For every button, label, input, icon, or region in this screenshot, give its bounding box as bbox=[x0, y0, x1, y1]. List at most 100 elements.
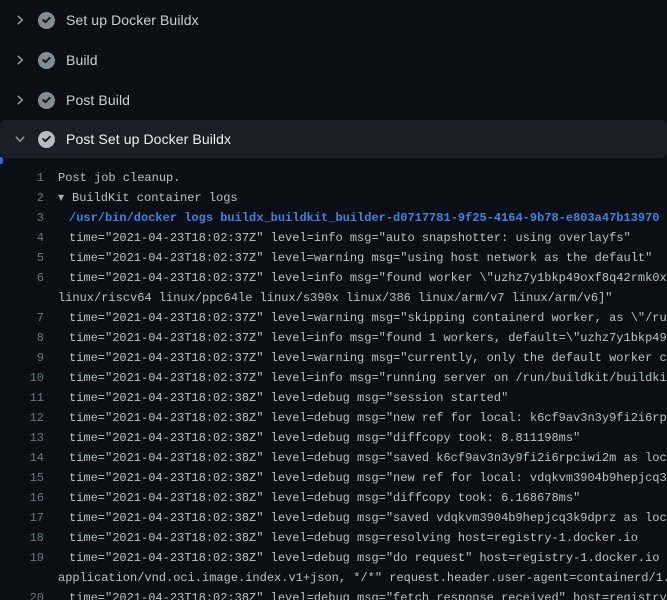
log-line: 6 ▼time="2021-04-23T18:02:37Z" level=inf… bbox=[0, 268, 667, 288]
line-number-link[interactable]: 8 bbox=[0, 328, 44, 348]
log-line: 17 ▼time="2021-04-23T18:02:38Z" level=de… bbox=[0, 508, 667, 528]
log-text: time="2021-04-23T18:02:38Z" level=debug … bbox=[69, 491, 580, 505]
log-line: 4 ▼time="2021-04-23T18:02:37Z" level=inf… bbox=[0, 228, 667, 248]
log-line: 9 ▼time="2021-04-23T18:02:37Z" level=war… bbox=[0, 348, 667, 368]
log-text: time="2021-04-23T18:02:38Z" level=debug … bbox=[69, 451, 667, 465]
log-line-content: ▼time="2021-04-23T18:02:38Z" level=debug… bbox=[69, 528, 638, 548]
log-line-content: ▼time="2021-04-23T18:02:37Z" level=info … bbox=[69, 368, 667, 388]
step-label: Build bbox=[66, 52, 98, 68]
chevron-right-icon bbox=[12, 92, 28, 108]
line-number-link[interactable]: 18 bbox=[0, 528, 44, 548]
log-text: time="2021-04-23T18:02:37Z" level=warnin… bbox=[69, 351, 667, 365]
log-line-content: ▼application/vnd.oci.image.index.v1+json… bbox=[58, 568, 667, 588]
log-text: time="2021-04-23T18:02:37Z" level=info m… bbox=[69, 231, 631, 245]
log-line-content: ▼time="2021-04-23T18:02:38Z" level=debug… bbox=[69, 588, 667, 600]
log-line-content: ▼BuildKit container logs bbox=[58, 188, 238, 208]
log-lines[interactable]: 1 ▼Post job cleanup. 2 ▼BuildKit contain… bbox=[0, 158, 667, 600]
log-line-content: ▼linux/riscv64 linux/ppc64le linux/s390x… bbox=[58, 288, 613, 308]
log-text: time="2021-04-23T18:02:37Z" level=info m… bbox=[69, 331, 667, 345]
step-header-build[interactable]: Build bbox=[0, 40, 667, 80]
check-circle-icon bbox=[38, 92, 55, 109]
line-number-link[interactable]: 6 bbox=[0, 268, 44, 288]
line-number-link[interactable]: 13 bbox=[0, 428, 44, 448]
line-number-link[interactable]: 9 bbox=[0, 348, 44, 368]
log-text: time="2021-04-23T18:02:37Z" level=info m… bbox=[69, 371, 667, 385]
log-line-content: ▼time="2021-04-23T18:02:38Z" level=debug… bbox=[69, 428, 580, 448]
log-line-content: ▼time="2021-04-23T18:02:38Z" level=debug… bbox=[69, 488, 580, 508]
line-number-link[interactable]: 5 bbox=[0, 248, 44, 268]
step-label: Set up Docker Buildx bbox=[66, 12, 199, 28]
line-number-link[interactable]: 20 bbox=[0, 588, 44, 600]
line-number-link[interactable]: 11 bbox=[0, 388, 44, 408]
log-line-content: ▼time="2021-04-23T18:02:37Z" level=info … bbox=[69, 268, 667, 288]
line-number-link[interactable]: 14 bbox=[0, 448, 44, 468]
steps-list: Set up Docker Buildx Build P bbox=[0, 0, 667, 158]
log-line-content: ▼time="2021-04-23T18:02:38Z" level=debug… bbox=[69, 468, 667, 488]
log-text: time="2021-04-23T18:02:38Z" level=debug … bbox=[69, 531, 638, 545]
log-line-content: ▼time="2021-04-23T18:02:38Z" level=debug… bbox=[69, 448, 667, 468]
log-line-content: ▼time="2021-04-23T18:02:38Z" level=debug… bbox=[69, 408, 667, 428]
log-text: time="2021-04-23T18:02:37Z" level=warnin… bbox=[69, 251, 652, 265]
line-number-link[interactable] bbox=[0, 288, 44, 308]
line-number-link[interactable] bbox=[0, 568, 44, 588]
log-line: 15 ▼time="2021-04-23T18:02:38Z" level=de… bbox=[0, 468, 667, 488]
step-header-set-up-docker-buildx[interactable]: Set up Docker Buildx bbox=[0, 0, 667, 40]
step-label: Post Set up Docker Buildx bbox=[66, 131, 231, 147]
step-label: Post Build bbox=[66, 92, 130, 108]
log-line: 10 ▼time="2021-04-23T18:02:37Z" level=in… bbox=[0, 368, 667, 388]
line-number-link[interactable]: 15 bbox=[0, 468, 44, 488]
log-line-content: ▼time="2021-04-23T18:02:38Z" level=debug… bbox=[69, 508, 667, 528]
line-number-link[interactable]: 7 bbox=[0, 308, 44, 328]
chevron-right-icon bbox=[12, 52, 28, 68]
check-circle-icon bbox=[38, 131, 55, 148]
log-text: time="2021-04-23T18:02:38Z" level=debug … bbox=[69, 411, 667, 425]
log-text: time="2021-04-23T18:02:37Z" level=warnin… bbox=[69, 311, 667, 325]
log-line: ▼linux/riscv64 linux/ppc64le linux/s390x… bbox=[0, 288, 667, 308]
log-text: linux/riscv64 linux/ppc64le linux/s390x … bbox=[58, 291, 613, 305]
focus-accent-marker bbox=[0, 157, 3, 164]
log-line-content: ▼time="2021-04-23T18:02:37Z" level=warni… bbox=[69, 308, 667, 328]
line-number-link[interactable]: 16 bbox=[0, 488, 44, 508]
log-text: time="2021-04-23T18:02:38Z" level=debug … bbox=[69, 391, 508, 405]
log-line: 1 ▼Post job cleanup. bbox=[0, 168, 667, 188]
line-number-link[interactable]: 1 bbox=[0, 168, 44, 188]
log-line: 7 ▼time="2021-04-23T18:02:37Z" level=war… bbox=[0, 308, 667, 328]
log-text: time="2021-04-23T18:02:38Z" level=debug … bbox=[69, 471, 667, 485]
step-header-post-build[interactable]: Post Build bbox=[0, 80, 667, 120]
log-text: time="2021-04-23T18:02:38Z" level=debug … bbox=[69, 591, 667, 600]
log-line-content: ▼time="2021-04-23T18:02:37Z" level=info … bbox=[69, 228, 631, 248]
log-line: 20 ▼time="2021-04-23T18:02:38Z" level=de… bbox=[0, 588, 667, 600]
log-line-content: ▼Post job cleanup. bbox=[58, 168, 180, 188]
log-line: 2 ▼BuildKit container logs bbox=[0, 188, 667, 208]
check-circle-icon bbox=[38, 52, 55, 69]
log-text[interactable]: BuildKit container logs bbox=[72, 191, 238, 205]
line-number-link[interactable]: 4 bbox=[0, 228, 44, 248]
chevron-right-icon bbox=[12, 12, 28, 28]
log-text: /usr/bin/docker logs buildx_buildkit_bui… bbox=[69, 211, 660, 225]
line-number-link[interactable]: 19 bbox=[0, 548, 44, 568]
log-text: application/vnd.oci.image.index.v1+json,… bbox=[58, 571, 667, 585]
step-header-post-set-up-docker-buildx[interactable]: Post Set up Docker Buildx bbox=[0, 120, 667, 158]
line-number-link[interactable]: 3 bbox=[0, 208, 44, 228]
chevron-down-icon bbox=[12, 131, 28, 147]
line-number-link[interactable]: 10 bbox=[0, 368, 44, 388]
log-line: ▼application/vnd.oci.image.index.v1+json… bbox=[0, 568, 667, 588]
actions-log-panel: Set up Docker Buildx Build P bbox=[0, 0, 667, 600]
log-line-content: ▼time="2021-04-23T18:02:37Z" level=info … bbox=[69, 328, 667, 348]
log-line: 3 ▼/usr/bin/docker logs buildx_buildkit_… bbox=[0, 208, 667, 228]
log-text: Post job cleanup. bbox=[58, 171, 180, 185]
log-line-content: ▼time="2021-04-23T18:02:38Z" level=debug… bbox=[69, 388, 508, 408]
log-text: time="2021-04-23T18:02:38Z" level=debug … bbox=[69, 431, 580, 445]
log-text: time="2021-04-23T18:02:38Z" level=debug … bbox=[69, 551, 667, 565]
line-number-link[interactable]: 12 bbox=[0, 408, 44, 428]
check-circle-icon bbox=[38, 12, 55, 29]
log-line: 11 ▼time="2021-04-23T18:02:38Z" level=de… bbox=[0, 388, 667, 408]
log-line: 16 ▼time="2021-04-23T18:02:38Z" level=de… bbox=[0, 488, 667, 508]
log-line: 5 ▼time="2021-04-23T18:02:37Z" level=war… bbox=[0, 248, 667, 268]
line-number-link[interactable]: 17 bbox=[0, 508, 44, 528]
log-line-content: ▼time="2021-04-23T18:02:37Z" level=warni… bbox=[69, 248, 652, 268]
line-number-link[interactable]: 2 bbox=[0, 188, 44, 208]
group-caret-icon[interactable]: ▼ bbox=[58, 188, 72, 208]
log-line: 12 ▼time="2021-04-23T18:02:38Z" level=de… bbox=[0, 408, 667, 428]
log-line: 8 ▼time="2021-04-23T18:02:37Z" level=inf… bbox=[0, 328, 667, 348]
